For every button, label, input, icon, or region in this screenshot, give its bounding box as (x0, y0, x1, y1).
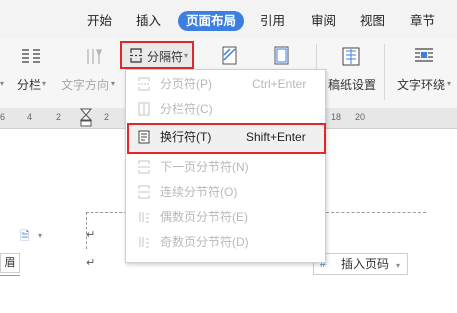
menu-item-column-break[interactable]: 分栏符(C) (130, 99, 319, 119)
menu-item-even-page-section[interactable]: 偶数页分节符(E) (130, 207, 319, 227)
text-direction-icon[interactable] (84, 46, 104, 68)
ruler-number: 2 (56, 112, 62, 122)
tab-review[interactable]: 审阅 (311, 11, 336, 31)
tab-page-layout[interactable]: 页面布局 (178, 11, 245, 31)
section-break-icon (138, 160, 150, 174)
menu-item-label: 奇数页分节符(D) (160, 235, 249, 249)
separator-button[interactable]: 分隔符 ▾ (120, 41, 194, 69)
chevron-down-icon[interactable]: ▾ (111, 79, 115, 88)
draft-settings-label[interactable]: 稿纸设置 (328, 76, 376, 93)
columns-button-label[interactable]: 分栏 (17, 76, 41, 93)
ruler-number: 20 (355, 112, 366, 122)
section-break-icon (138, 185, 150, 199)
section-break-icon (130, 48, 142, 63)
ribbon-divider (384, 44, 385, 100)
paragraph-mark: ↵ (86, 257, 96, 269)
header-divider (0, 275, 20, 276)
header-label[interactable]: 眉 (0, 253, 20, 273)
menu-item-label: 连续分节符(O) (160, 185, 238, 199)
insert-page-number-button[interactable]: # 插入页码 ▾ (313, 253, 408, 275)
tab-start[interactable]: 开始 (87, 11, 112, 31)
page-break-icon (138, 77, 150, 91)
indent-marker-icon[interactable] (80, 108, 92, 128)
chevron-down-icon: ▾ (184, 51, 189, 60)
document-icon[interactable]: 🗎 (20, 227, 30, 248)
menu-item-shortcut: Ctrl+Enter (252, 77, 307, 91)
text-direction-label[interactable]: 文字方向 (61, 76, 109, 93)
tab-view[interactable]: 视图 (360, 11, 385, 31)
ruler-number: 6 (0, 112, 6, 122)
columns-icon[interactable] (20, 46, 42, 68)
tab-chapter[interactable]: 章节 (410, 11, 435, 31)
odd-page-section-icon (139, 237, 149, 248)
menu-item-label: 偶数页分节符(E) (160, 210, 248, 224)
chevron-down-icon: ▾ (396, 261, 401, 270)
page-border-icon[interactable] (273, 46, 291, 66)
menu-tab-bar: 开始 插入 页面布局 引用 审阅 视图 章节 (0, 0, 457, 38)
menu-item-label: 分页符(P) (160, 77, 212, 91)
ruler-number: 18 (331, 112, 342, 122)
menu-item-label: 换行符(T) (160, 130, 212, 144)
even-page-section-icon (139, 212, 149, 223)
background-icon[interactable] (221, 46, 239, 66)
menu-item-shortcut: Shift+Enter (246, 130, 306, 144)
draft-settings-icon[interactable] (341, 46, 361, 68)
menu-item-page-break[interactable]: 分页符(P) Ctrl+Enter (130, 74, 319, 94)
tab-references[interactable]: 引用 (260, 11, 285, 31)
page-boundary-guide (326, 212, 426, 214)
chevron-down-icon[interactable]: ▾ (447, 79, 451, 88)
ruler-number: 2 (104, 112, 110, 122)
menu-item-line-break[interactable]: 换行符(T) Shift+Enter (130, 127, 319, 147)
menu-item-next-page-section[interactable]: 下一页分节符(N) (130, 157, 319, 177)
insert-page-number-label: 插入页码 (341, 257, 390, 271)
menu-item-label: 分栏符(C) (160, 102, 213, 116)
tab-insert[interactable]: 插入 (136, 11, 161, 31)
text-wrap-icon[interactable] (413, 46, 435, 68)
separator-label: 分隔符 (147, 50, 184, 64)
text-wrap-label[interactable]: 文字环绕 (397, 76, 445, 93)
chevron-down-icon[interactable]: ▾ (0, 79, 4, 88)
paragraph-mark: ↵ (86, 229, 96, 241)
line-break-icon (138, 130, 150, 144)
column-break-icon (138, 102, 150, 116)
chevron-down-icon[interactable]: ▾ (42, 79, 46, 88)
ruler-number: 4 (27, 112, 33, 122)
menu-item-continuous-section[interactable]: 连续分节符(O) (130, 182, 319, 202)
menu-item-odd-page-section[interactable]: 奇数页分节符(D) (130, 232, 319, 252)
menu-item-label: 下一页分节符(N) (160, 160, 249, 174)
chevron-down-icon[interactable]: ▾ (38, 231, 42, 240)
